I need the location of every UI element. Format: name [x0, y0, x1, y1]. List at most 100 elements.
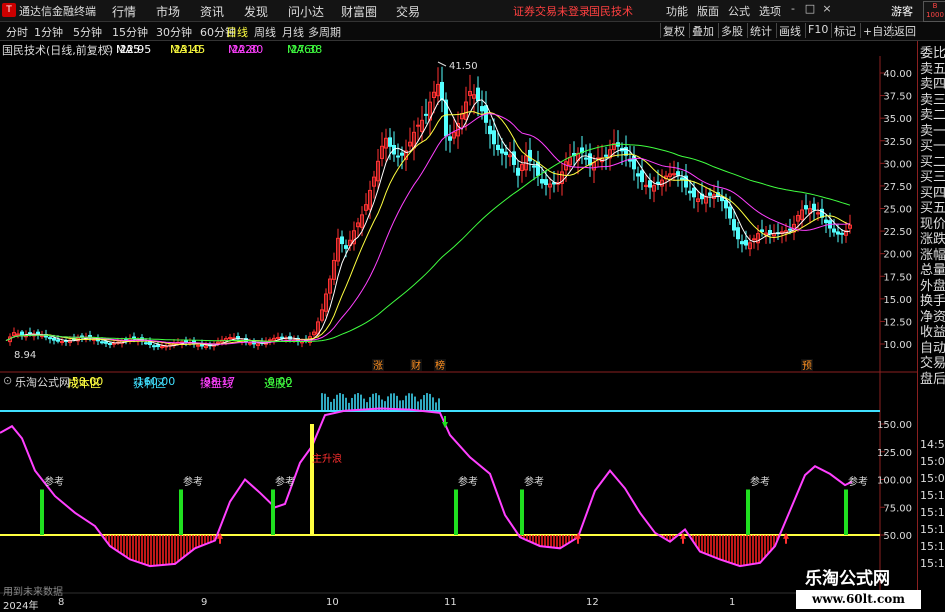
reference-label: 参考: [750, 475, 770, 488]
candle-body: [640, 170, 644, 183]
reference-label: 参考: [848, 475, 868, 488]
ma60-label: MA60: 27.38: [287, 42, 323, 56]
main-wave-label: 主升浪: [312, 452, 342, 465]
period-toolbar: 分时 1分钟 5分钟 15分钟 30分钟 60分钟 日线 周线 月线 多周期 复…: [0, 22, 945, 41]
candle-body: [48, 337, 52, 340]
menu-function[interactable]: 功能: [666, 3, 688, 19]
indicator-tick-label: 75.00: [883, 503, 912, 514]
x-label-jan: 1: [729, 597, 736, 608]
candle-body: [760, 229, 764, 233]
reference-bar: [271, 489, 275, 535]
period-30min[interactable]: 30分钟: [156, 24, 192, 40]
candle-body: [416, 124, 420, 127]
period-1min[interactable]: 1分钟: [34, 24, 63, 40]
menu-formula[interactable]: 公式: [728, 3, 750, 19]
candle-body: [480, 106, 484, 112]
x-label-oct: 10: [326, 597, 339, 608]
multi-stock-button[interactable]: 多股: [718, 23, 745, 38]
price-tick-label: 12.50: [883, 317, 912, 328]
reference-bar: [179, 489, 183, 535]
candle-body: [540, 179, 544, 184]
candle-body: [340, 236, 344, 245]
period-daily[interactable]: 日线: [226, 24, 248, 40]
maximize-icon[interactable]: □: [803, 2, 817, 17]
high-price-label: 41.50: [449, 61, 478, 72]
close-icon[interactable]: ×: [820, 2, 834, 17]
menu-options[interactable]: 选项: [759, 3, 781, 19]
menu-quotes[interactable]: 行情: [112, 3, 136, 20]
reference-bar: [844, 489, 848, 535]
ma5-line: [5, 97, 851, 347]
period-5min[interactable]: 5分钟: [73, 24, 102, 40]
candle-body: [500, 148, 504, 154]
chart-canvas[interactable]: 参考 参考 参考 参考 参考 参考 参考 主升浪 40.00 37.50 35.00 32.50 30…: [0, 56, 917, 596]
candle-body: [52, 337, 56, 341]
candle-body: [388, 137, 392, 147]
reference-label: 参考: [44, 475, 64, 488]
candle-body: [144, 342, 148, 345]
mark-button[interactable]: 标记: [831, 23, 858, 38]
watermark-title: 乐淘公式网: [805, 569, 890, 589]
period-15min[interactable]: 15分钟: [112, 24, 148, 40]
candle-body: [836, 231, 840, 235]
event-marker: 涨: [373, 360, 383, 372]
candle-body: [16, 333, 20, 336]
candle-body: [676, 171, 680, 176]
period-weekly[interactable]: 周线: [254, 24, 276, 40]
price-tick-label: 22.50: [883, 227, 912, 238]
menu-discover[interactable]: 发现: [244, 3, 268, 20]
menu-ask[interactable]: 问小达: [288, 3, 324, 20]
candle-body: [832, 228, 836, 233]
menu-layout[interactable]: 版面: [697, 3, 719, 19]
candle-body: [768, 230, 772, 235]
candle-body: [100, 341, 104, 344]
menu-market[interactable]: 市场: [156, 3, 180, 20]
f10-button[interactable]: F10: [805, 23, 830, 38]
login-status[interactable]: 证券交易未登录: [513, 3, 590, 19]
back-button[interactable]: 返回: [891, 23, 918, 38]
indicator-tick-label: 125.00: [877, 448, 912, 459]
candle-body: [648, 180, 652, 188]
ma20-label: MA20: 22.80: [228, 42, 264, 56]
period-monthly[interactable]: 月线: [282, 24, 304, 40]
indicator-tick-label: 50.00: [883, 531, 912, 542]
main-chart-legend: 国民技术(日线,前复权) ⊙ MA5: 22.95 MA10: 23.45 MA…: [0, 41, 880, 57]
overlay-button[interactable]: 叠加: [689, 23, 716, 38]
ma10-line: [5, 111, 851, 346]
period-multi[interactable]: 多周期: [308, 24, 341, 40]
quote-side-panel[interactable]: 委比 卖五 卖四 卖三 卖二 卖一 买一 买二 买三 买四 买五 现价 涨跌 涨幅 总量 外盘 换手 净资 收益 自动…: [917, 41, 945, 609]
ma5-label: MA5: 22.95: [116, 42, 152, 56]
reference-label: 参考: [183, 475, 203, 488]
draw-button[interactable]: 画线: [776, 23, 803, 38]
side-panel-time: 15:00: [920, 455, 945, 468]
candle-body: [528, 149, 532, 162]
x-label-year: 2024年: [3, 601, 39, 612]
adjust-button[interactable]: 复权: [660, 23, 687, 38]
candle-body: [108, 342, 112, 345]
side-panel-time: 15:12: [920, 489, 945, 502]
candle-body: [496, 144, 500, 151]
side-panel-time: 15:16: [920, 540, 945, 553]
menu-news[interactable]: 资讯: [200, 3, 224, 20]
candle-body: [488, 125, 492, 135]
candle-body: [104, 341, 108, 344]
price-tick-label: 35.00: [883, 114, 912, 125]
ma60-line: [5, 143, 851, 342]
menu-trade[interactable]: 交易: [396, 3, 420, 20]
menu-wealth[interactable]: 财富圈: [341, 3, 377, 20]
high-price-pointer: [437, 61, 447, 67]
price-tick-label: 32.50: [883, 137, 912, 148]
stats-button[interactable]: 统计: [747, 23, 774, 38]
guest-label[interactable]: 游客: [891, 3, 913, 19]
event-marker: 榜: [435, 359, 445, 372]
period-timeshare[interactable]: 分时: [6, 24, 28, 40]
top-menu-bar: T 通达信金融终端 行情 市场 资讯 发现 问小达 财富圈 交易 证券交易未登录…: [0, 0, 945, 22]
app-logo-icon: T: [2, 3, 16, 17]
candle-body: [424, 113, 428, 116]
price-tick-label: 30.00: [883, 159, 912, 170]
candle-body: [812, 203, 816, 211]
minimize-icon[interactable]: -: [786, 2, 800, 17]
settings-icon[interactable]: ⊙: [104, 42, 113, 55]
candle-body: [112, 342, 116, 345]
side-panel-item[interactable]: 盘后: [920, 368, 945, 387]
